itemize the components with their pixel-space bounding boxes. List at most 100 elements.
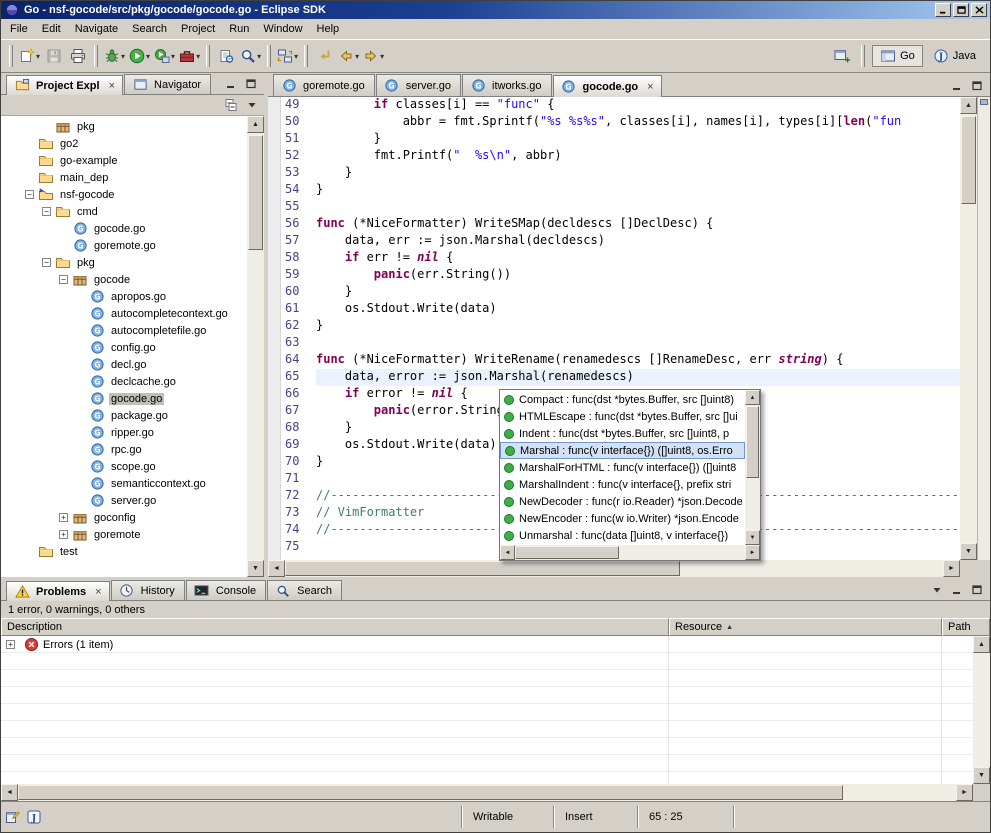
tree-item-test[interactable]: test [1, 543, 247, 560]
code-line-59[interactable]: panic(err.String()) [316, 267, 960, 284]
code-line-55[interactable] [316, 199, 960, 216]
last-edit-location-button[interactable] [312, 44, 336, 68]
view-tab-history[interactable]: History [111, 580, 185, 600]
menu-item-file[interactable]: File [3, 20, 35, 38]
problems-vertical-scrollbar[interactable]: ▲ ▼ [973, 636, 990, 784]
menu-item-search[interactable]: Search [125, 20, 174, 38]
scrollbar-track[interactable] [247, 133, 264, 560]
tree-item-rpc-go[interactable]: Grpc.go [1, 441, 247, 458]
menu-item-edit[interactable]: Edit [35, 20, 68, 38]
column-header-resource[interactable]: Resource ▲ [669, 618, 942, 636]
maximize-window-button[interactable] [953, 3, 969, 17]
back-button[interactable]: ▾ [336, 44, 361, 68]
dropdown-arrow-icon[interactable]: ▾ [146, 52, 150, 61]
save-button[interactable] [42, 44, 66, 68]
autocomplete-item-compact[interactable]: Compact : func(dst *bytes.Buffer, src []… [500, 391, 745, 408]
scroll-left-icon[interactable]: ◄ [1, 784, 18, 801]
code-line-61[interactable]: os.Stdout.Write(data) [316, 301, 960, 318]
dropdown-arrow-icon[interactable]: ▾ [171, 52, 175, 61]
tree-item-pkg[interactable]: pkg [1, 118, 247, 135]
tree-item-main-dep[interactable]: main_dep [1, 169, 247, 186]
new-wizard-button[interactable]: ▾ [17, 44, 42, 68]
close-icon[interactable]: × [647, 82, 653, 92]
tree-item-scope-go[interactable]: Gscope.go [1, 458, 247, 475]
code-line-56[interactable]: func (*NiceFormatter) WriteSMap(decldesc… [316, 216, 960, 233]
tree-item-package-go[interactable]: Gpackage.go [1, 407, 247, 424]
autocomplete-item-marshalindent[interactable]: MarshalIndent : func(v interface{}, pref… [500, 476, 745, 493]
autocomplete-horizontal-scrollbar[interactable]: ◄ ► [500, 545, 760, 560]
scrollbar-track[interactable] [960, 114, 977, 543]
scroll-right-icon[interactable]: ► [745, 545, 760, 560]
scrollbar-thumb[interactable] [248, 135, 263, 250]
editor-tab-itworks-go[interactable]: Gitworks.go [462, 74, 552, 96]
scrollbar-track[interactable] [515, 545, 745, 560]
tree-item-go-example[interactable]: go-example [1, 152, 247, 169]
perspective-java[interactable]: JJava [926, 45, 983, 67]
problems-error-row[interactable]: + Errors (1 item) [1, 636, 973, 653]
autocomplete-item-newdecoder[interactable]: NewDecoder : func(r io.Reader) *json.Dec… [500, 493, 745, 510]
close-icon[interactable]: × [109, 81, 115, 91]
tree-item-autocompletefile-go[interactable]: Gautocompletefile.go [1, 322, 247, 339]
scrollbar-thumb[interactable] [515, 546, 619, 559]
scroll-down-icon[interactable]: ▼ [973, 767, 990, 784]
tree-item-declcache-go[interactable]: Gdeclcache.go [1, 373, 247, 390]
code-line-57[interactable]: data, err := json.Marshal(decldescs) [316, 233, 960, 250]
close-icon[interactable]: × [95, 587, 101, 597]
editor-vertical-scrollbar[interactable]: ▲ ▼ [960, 97, 977, 560]
scroll-right-icon[interactable]: ► [943, 560, 960, 577]
code-line-54[interactable]: } [316, 182, 960, 199]
autocomplete-item-unmarshal[interactable]: Unmarshal : func(data []uint8, v interfa… [500, 527, 745, 544]
new-go-file-button[interactable]: G [214, 44, 238, 68]
run-last-button[interactable]: ▾ [152, 44, 177, 68]
search-button[interactable]: ▾ [238, 44, 263, 68]
code-line-50[interactable]: abbr = fmt.Sprintf("%s %s%s", classes[i]… [316, 114, 960, 131]
tree-item-goremote-go[interactable]: Ggoremote.go [1, 237, 247, 254]
scrollbar-thumb[interactable] [746, 406, 759, 478]
tree-item-decl-go[interactable]: Gdecl.go [1, 356, 247, 373]
expand-toggle-icon[interactable]: + [59, 530, 68, 539]
autocomplete-item-htmlescape[interactable]: HTMLEscape : func(dst *bytes.Buffer, src… [500, 408, 745, 425]
code-line-64[interactable]: func (*NiceFormatter) WriteRename(rename… [316, 352, 960, 369]
code-line-63[interactable] [316, 335, 960, 352]
view-tab-navigator[interactable]: Navigator [124, 74, 211, 94]
code-line-58[interactable]: if err != nil { [316, 250, 960, 267]
tree-item-gocode-go[interactable]: Ggocode.go [1, 220, 247, 237]
code-line-60[interactable]: } [316, 284, 960, 301]
tree-item-goremote[interactable]: +goremote [1, 526, 247, 543]
view-tab-problems[interactable]: Problems× [6, 581, 110, 601]
forward-button[interactable]: ▾ [361, 44, 386, 68]
view-tab-project-expl[interactable]: Project Expl× [6, 75, 123, 95]
dropdown-arrow-icon[interactable]: ▾ [257, 52, 261, 61]
dropdown-arrow-icon[interactable]: ▾ [121, 52, 125, 61]
collapse-toggle-icon[interactable]: − [42, 258, 51, 267]
scrollbar-thumb[interactable] [18, 785, 843, 800]
code-line-62[interactable]: } [316, 318, 960, 335]
scroll-up-icon[interactable]: ▲ [247, 116, 264, 133]
code-line-52[interactable]: fmt.Printf(" %s\n", abbr) [316, 148, 960, 165]
scroll-left-icon[interactable]: ◄ [500, 545, 515, 560]
code-line-65[interactable]: data, error := json.Marshal(renamedescs) [316, 369, 960, 386]
scroll-up-icon[interactable]: ▲ [973, 636, 990, 653]
menu-item-navigate[interactable]: Navigate [68, 20, 125, 38]
scroll-up-icon[interactable]: ▲ [960, 97, 977, 114]
open-perspective-button[interactable] [830, 44, 854, 68]
java-status-icon[interactable]: J [26, 809, 42, 825]
scroll-left-icon[interactable]: ◄ [268, 560, 285, 577]
scroll-right-icon[interactable]: ► [956, 784, 973, 801]
autocomplete-item-indent[interactable]: Indent : func(dst *bytes.Buffer, src []u… [500, 425, 745, 442]
dropdown-arrow-icon[interactable]: ▾ [294, 52, 298, 61]
menu-item-help[interactable]: Help [310, 20, 347, 38]
tree-item-apropos-go[interactable]: Gapropos.go [1, 288, 247, 305]
collapse-all-button[interactable] [224, 98, 240, 112]
tree-item-pkg[interactable]: −pkg [1, 254, 247, 271]
print-button[interactable] [66, 44, 90, 68]
editor-tab-server-go[interactable]: Gserver.go [376, 74, 461, 96]
scrollbar-thumb[interactable] [961, 116, 976, 204]
expand-toggle-icon[interactable]: + [59, 513, 68, 522]
scrollbar-thumb[interactable] [285, 561, 680, 576]
scroll-down-icon[interactable]: ▼ [960, 543, 977, 560]
team-sync-button[interactable]: ▾ [275, 44, 300, 68]
tree-item-nsf-gocode[interactable]: −nsf-gocode [1, 186, 247, 203]
view-tab-search[interactable]: Search [267, 580, 342, 600]
tree-item-gocode-go[interactable]: Ggocode.go [1, 390, 247, 407]
